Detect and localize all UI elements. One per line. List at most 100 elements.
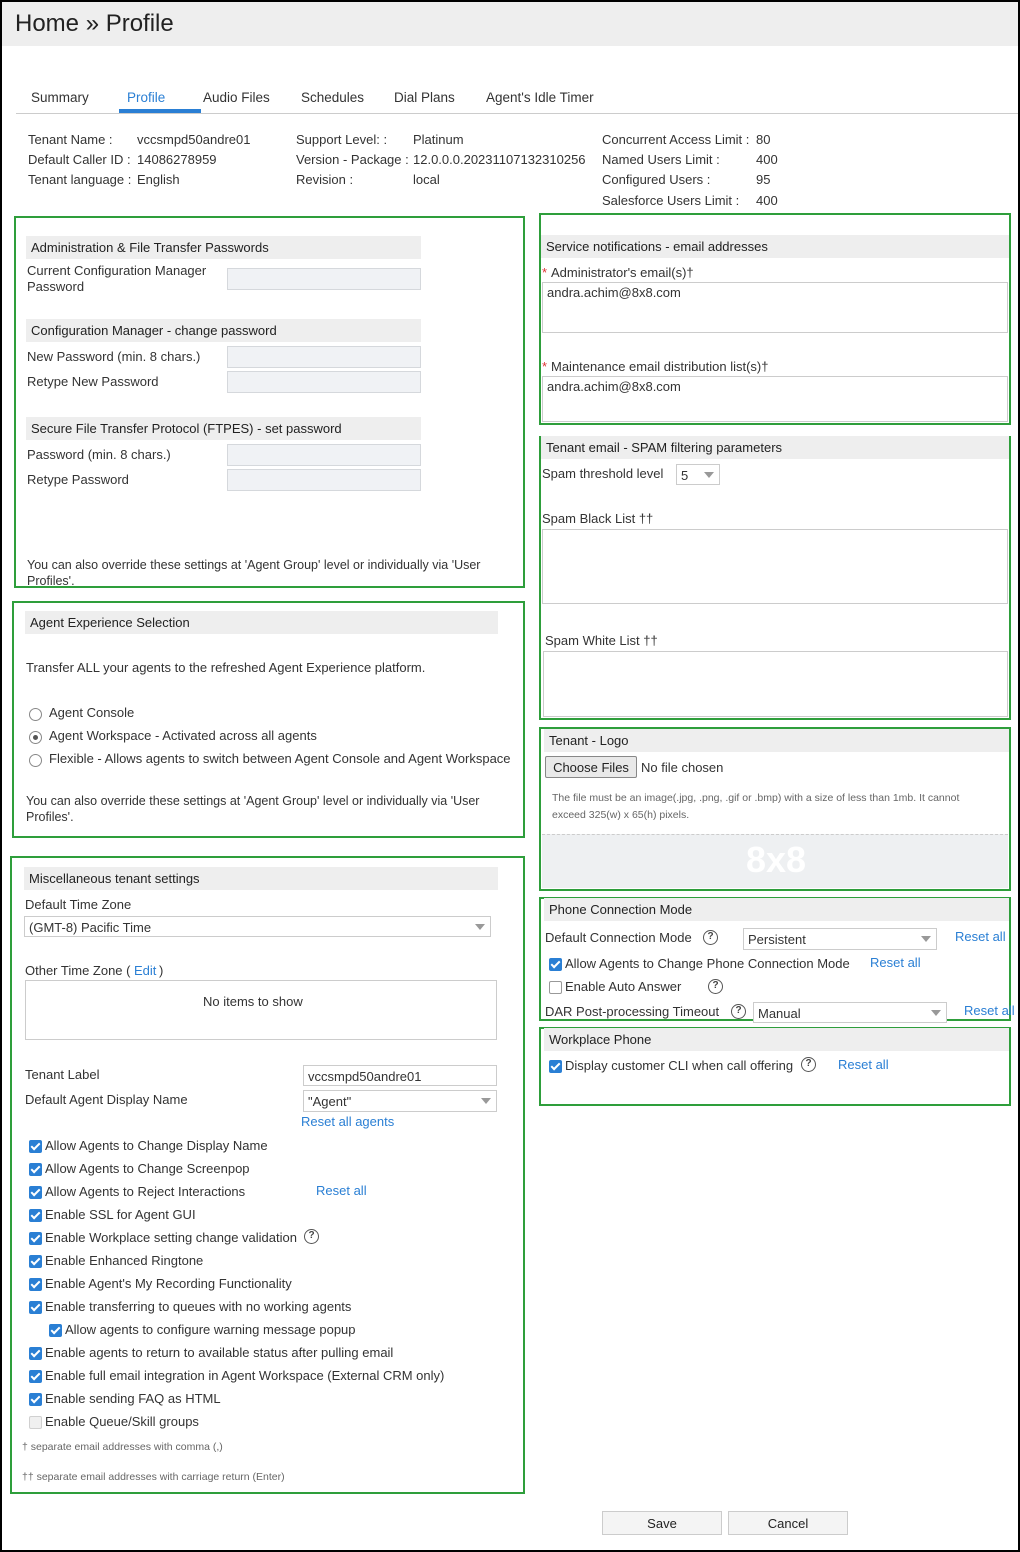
workplace-validation-label: Enable Workplace setting change validati…: [45, 1230, 297, 1245]
reset-all-allow-change-link[interactable]: Reset all: [870, 955, 921, 970]
auto-answer-label: Enable Auto Answer: [565, 979, 682, 994]
maint-email-field[interactable]: andra.achim@8x8.com: [542, 376, 1008, 422]
checkbox-transfer-no-agents[interactable]: [29, 1301, 42, 1314]
named-users-value: 400: [756, 152, 778, 167]
maint-email-value: andra.achim@8x8.com: [547, 379, 681, 394]
current-config-password-field[interactable]: [227, 268, 421, 290]
footnote-enter: †† separate email addresses with carriag…: [22, 1471, 285, 1483]
faq-html-label: Enable sending FAQ as HTML: [45, 1391, 221, 1406]
help-icon[interactable]: ?: [708, 979, 723, 994]
tenant-label-value: vccsmpd50andre01: [308, 1069, 422, 1084]
logo-preview: 8x8: [542, 834, 1008, 888]
checkbox-auto-answer[interactable]: [549, 981, 562, 994]
agent-experience-description: Transfer ALL your agents to the refreshe…: [26, 660, 426, 675]
radio-agent-console[interactable]: [29, 708, 42, 721]
reset-all-cli-link[interactable]: Reset all: [838, 1057, 889, 1072]
help-icon[interactable]: ?: [731, 1004, 746, 1019]
tenant-language-label: Tenant language :: [28, 172, 132, 187]
save-button[interactable]: Save: [602, 1511, 722, 1535]
reset-all-reject-link[interactable]: Reset all: [316, 1183, 367, 1198]
ftpes-retype-field[interactable]: [227, 469, 421, 491]
checkbox-change-screenpop[interactable]: [29, 1163, 42, 1176]
checkbox-workplace-validation[interactable]: [29, 1232, 42, 1245]
admin-email-field[interactable]: andra.achim@8x8.com: [542, 282, 1008, 333]
default-connection-mode-value: Persistent: [748, 932, 806, 947]
checkbox-faq-html[interactable]: [29, 1393, 42, 1406]
admin-email-value: andra.achim@8x8.com: [547, 285, 681, 300]
salesforce-limit-label: Salesforce Users Limit :: [602, 193, 740, 208]
spam-threshold-value: 5: [681, 468, 689, 483]
other-tz-label: Other Time Zone (: [25, 963, 131, 978]
default-tz-select[interactable]: (GMT-8) Pacific Time: [24, 916, 491, 937]
other-tz-edit-link[interactable]: Edit: [134, 963, 156, 978]
tab-dial-plans[interactable]: Dial Plans: [394, 90, 455, 105]
agent-experience-override-note: You can also override these settings at …: [26, 794, 480, 808]
chevron-down-icon: [481, 1098, 491, 1104]
spam-threshold-label: Spam threshold level: [542, 466, 664, 481]
workplace-phone-heading: Workplace Phone: [544, 1028, 1009, 1051]
radio-agent-workspace[interactable]: [29, 731, 42, 744]
choose-files-button[interactable]: Choose Files: [545, 756, 637, 778]
display-name-select[interactable]: "Agent": [303, 1090, 497, 1112]
checkbox-return-available[interactable]: [29, 1347, 42, 1360]
dar-timeout-select[interactable]: Manual: [753, 1002, 947, 1023]
tenant-language-value: English: [137, 172, 180, 187]
cancel-button[interactable]: Cancel: [728, 1511, 848, 1535]
retype-new-password-field[interactable]: [227, 371, 421, 393]
checkbox-reject-interactions[interactable]: [29, 1186, 42, 1199]
checkbox-allow-change-connection[interactable]: [549, 958, 562, 971]
concurrent-limit-label: Concurrent Access Limit :: [602, 132, 750, 147]
chevron-down-icon: [921, 936, 931, 942]
tab-audio-files[interactable]: Audio Files: [203, 90, 270, 105]
revision-label: Revision :: [296, 172, 354, 187]
passwords-override-note: You can also override these settings at …: [27, 558, 481, 572]
tenant-name-value: vccsmpd50andre01: [137, 132, 251, 147]
dar-timeout-label: DAR Post-processing Timeout: [545, 1004, 720, 1019]
checkbox-full-email-integration[interactable]: [29, 1370, 42, 1383]
help-icon[interactable]: ?: [703, 930, 718, 945]
concurrent-limit-value: 80: [756, 132, 771, 147]
footnote-comma: † separate email addresses with comma (,…: [22, 1441, 223, 1453]
checkbox-enhanced-ringtone[interactable]: [29, 1255, 42, 1268]
reset-all-dar-link[interactable]: Reset all: [964, 1003, 1014, 1018]
spam-white-list-field[interactable]: [543, 651, 1008, 717]
tenant-label-input[interactable]: vccsmpd50andre01: [303, 1065, 497, 1086]
checkbox-my-recording[interactable]: [29, 1278, 42, 1291]
no-file-chosen-text: No file chosen: [641, 760, 724, 775]
chevron-down-icon: [704, 472, 714, 478]
reset-all-agents-link[interactable]: Reset all agents: [301, 1114, 394, 1129]
version-label: Version - Package :: [296, 152, 409, 167]
tab-schedules[interactable]: Schedules: [301, 90, 364, 105]
active-tab-indicator: [119, 109, 201, 113]
radio-agent-workspace-label: Agent Workspace - Activated across all a…: [49, 728, 317, 743]
support-level-label: Support Level: :: [296, 132, 388, 147]
spam-black-list-field[interactable]: [542, 529, 1008, 604]
checkbox-warning-popup[interactable]: [49, 1324, 62, 1337]
salesforce-limit-value: 400: [756, 193, 778, 208]
admin-email-label: Administrator's email(s)†: [551, 265, 694, 280]
transfer-no-agents-label: Enable transferring to queues with no wo…: [45, 1299, 352, 1314]
reset-all-connection-link[interactable]: Reset all: [955, 929, 1006, 944]
checkbox-change-display-name[interactable]: [29, 1140, 42, 1153]
ftpes-heading: Secure File Transfer Protocol (FTPES) - …: [26, 417, 421, 440]
radio-flexible[interactable]: [29, 754, 42, 767]
default-connection-mode-select[interactable]: Persistent: [743, 928, 937, 950]
change-display-name-label: Allow Agents to Change Display Name: [45, 1138, 268, 1153]
configured-users-value: 95: [756, 172, 771, 187]
tab-summary[interactable]: Summary: [31, 90, 89, 105]
config-change-heading: Configuration Manager - change password: [26, 319, 421, 342]
spam-threshold-select[interactable]: 5: [676, 464, 720, 485]
checkbox-display-cli[interactable]: [549, 1060, 562, 1073]
ftpes-retype-label: Retype Password: [27, 472, 129, 487]
help-icon[interactable]: ?: [801, 1057, 816, 1072]
spam-white-list-label: Spam White List ††: [545, 633, 658, 648]
ftpes-password-field[interactable]: [227, 444, 421, 466]
help-icon[interactable]: ?: [304, 1229, 319, 1244]
checkbox-enable-ssl[interactable]: [29, 1209, 42, 1222]
tab-agents-idle-timer[interactable]: Agent's Idle Timer: [486, 90, 594, 105]
other-tz-close-paren: ): [159, 963, 164, 978]
new-password-field[interactable]: [227, 346, 421, 368]
version-value: 12.0.0.0.20231107132310256: [413, 152, 586, 167]
tenant-label-label: Tenant Label: [25, 1067, 100, 1082]
tab-profile[interactable]: Profile: [127, 90, 165, 105]
